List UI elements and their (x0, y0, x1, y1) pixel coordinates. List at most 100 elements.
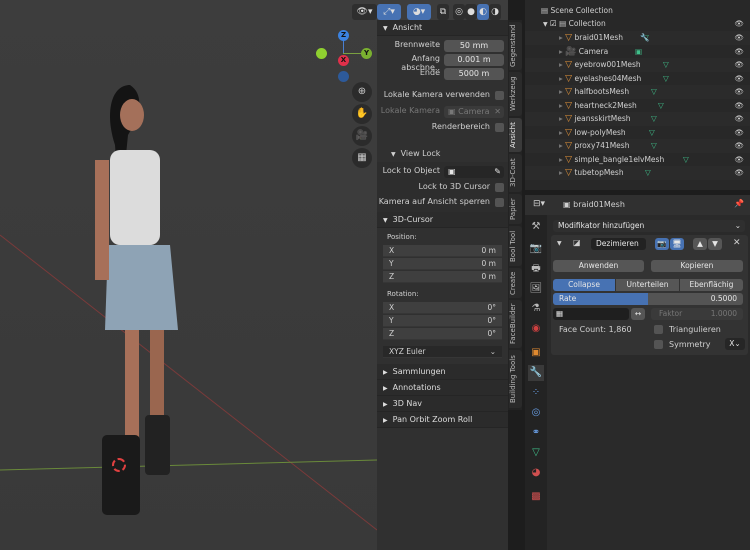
collection-row[interactable]: ▼ ☑ ▤ Collection 👁 (525, 17, 750, 31)
eye-icon[interactable]: 👁 (734, 139, 744, 153)
collapse-arrow[interactable]: ▼ (557, 240, 562, 247)
outliner-item[interactable]: ▸ 🎥 Camera ▣ 👁 (525, 45, 750, 59)
add-modifier-dropdown[interactable]: Modifikator hinzufügen ⌄ (553, 220, 745, 232)
triangulate-checkbox[interactable] (654, 325, 663, 334)
outliner-item[interactable]: ▸ ▽ braid01Mesh ▽ 🔧 👁 (525, 31, 750, 45)
tab-papier[interactable]: Papier (509, 194, 522, 224)
data-icon[interactable]: ▽ (528, 445, 544, 461)
editor-type-icon[interactable]: ⊟▾ (533, 199, 545, 209)
tab-werkzeug[interactable]: Werkzeug (509, 72, 522, 116)
gizmo-x-axis[interactable]: X (338, 55, 349, 66)
panel-3d-nav[interactable]: ▶ 3D Nav (377, 396, 508, 412)
mode-ebenflaechig[interactable]: Ebenflächig (680, 279, 743, 291)
object-icon[interactable]: ▣ (528, 345, 544, 361)
physics-icon[interactable]: ◎ (528, 405, 544, 421)
output-icon[interactable]: 🖶 (528, 261, 544, 277)
solid-icon[interactable]: ● (465, 4, 477, 20)
tab-create[interactable]: Create (509, 268, 522, 298)
rotation-mode-dropdown[interactable]: XYZ Euler ⌄ (383, 346, 502, 358)
lokale-kamera-verwenden-checkbox[interactable] (495, 91, 504, 100)
render-icon[interactable]: 📷 (528, 241, 544, 257)
lokale-kamera-field[interactable]: ▣ Camera ✕ (444, 106, 504, 118)
gizmo-neg-z[interactable] (338, 71, 349, 82)
panel-sammlungen[interactable]: ▶ Sammlungen (377, 364, 508, 380)
cursor-position-y[interactable]: Y 0 m (383, 258, 502, 270)
tab-3d-coat[interactable]: 3D-Coat (509, 154, 522, 192)
mode-collapse[interactable]: Collapse (553, 279, 615, 291)
eye-icon[interactable]: 👁 (734, 17, 744, 31)
eyedropper-icon[interactable]: ✎ (494, 166, 501, 178)
pin-icon[interactable]: 📌 (734, 199, 744, 208)
cursor-position-z[interactable]: Z 0 m (383, 271, 502, 283)
view-layer-icon[interactable]: 🖼 (528, 281, 544, 297)
tab-bool-tool[interactable]: Bool Tool (509, 226, 522, 266)
eye-icon[interactable]: 👁 (734, 58, 744, 72)
view-lock-header[interactable]: ▼ View Lock (377, 146, 508, 162)
mesh-data-icon[interactable]: ▽ (651, 139, 657, 153)
tool-icon[interactable]: ⚒ (528, 219, 544, 235)
eye-icon[interactable]: 👁 (734, 99, 744, 113)
gizmo-z-axis[interactable]: Z (338, 30, 349, 41)
3d-viewport[interactable]: 👁▾ Z Y X ⊕ ✋ 🎥 ▦ (0, 0, 377, 550)
view-object-types-button[interactable]: 👁▾ (352, 4, 377, 20)
camera-data-icon[interactable]: ▣ (635, 45, 642, 59)
modifier-icon[interactable]: 🔧 (528, 365, 544, 381)
particles-icon[interactable]: ⁘ (528, 385, 544, 401)
select-icon[interactable]: ⤢▾ (377, 4, 401, 20)
eye-icon[interactable]: 👁 (734, 45, 744, 59)
eye-icon[interactable]: 👁 (734, 31, 744, 45)
eye-icon[interactable]: 👁 (734, 126, 744, 140)
rate-slider[interactable]: Rate 0.5000 (553, 293, 743, 305)
mesh-data-icon[interactable]: ▽ (649, 126, 655, 140)
camera-icon[interactable]: 🎥 (352, 126, 372, 146)
outliner-item[interactable]: ▸ ▽ eyelashes04Mesh ▽ 👁 (525, 72, 750, 86)
anfang-field[interactable]: 0.001 m (444, 54, 504, 66)
outliner-item[interactable]: ▸ ▽ halfbootsMesh ▽ 👁 (525, 85, 750, 99)
mesh-data-icon[interactable]: ▽ (651, 85, 657, 99)
cursor-rotation-x[interactable]: X 0° (383, 302, 502, 314)
panel-3d-cursor-header[interactable]: ▼ 3D-Cursor (377, 212, 508, 228)
modifier-name-field[interactable]: Dezimieren (591, 238, 646, 250)
outliner-item[interactable]: ▸ ▽ eyebrow001Mesh ▽ 👁 (525, 58, 750, 72)
gizmo-y-axis[interactable]: Y (361, 48, 372, 59)
mesh-data-icon[interactable]: ▽ (663, 72, 669, 86)
eye-icon[interactable]: 👁 (734, 72, 744, 86)
eye-icon[interactable]: 👁 (734, 153, 744, 167)
remove-icon[interactable]: ✕ (733, 238, 741, 248)
mesh-data-icon[interactable]: ▽ (683, 153, 689, 167)
hand-icon[interactable]: ✋ (352, 104, 372, 124)
render-toggle-icon[interactable]: 📷 (655, 238, 669, 250)
kamera-sperren-checkbox[interactable] (495, 198, 504, 207)
material-icon[interactable]: ◐ (477, 4, 489, 20)
mesh-data-icon[interactable]: ▽ (658, 99, 664, 113)
outliner-item[interactable]: ▸ ▽ proxy741Mesh ▽ 👁 (525, 139, 750, 153)
scene-icon[interactable]: ⚗ (528, 301, 544, 317)
constraints-icon[interactable]: ⚭ (528, 425, 544, 441)
apply-button[interactable]: Anwenden (553, 260, 644, 272)
tab-facebuilder[interactable]: FaceBuilder (509, 300, 522, 348)
cursor-rotation-y[interactable]: Y 0° (383, 315, 502, 327)
gizmo-neg-y[interactable] (316, 48, 327, 59)
outliner-item[interactable]: ▸ ▽ simple_bangle1elvMesh ▽ 👁 (525, 153, 750, 167)
symmetry-checkbox[interactable] (654, 340, 663, 349)
mode-unterteilen[interactable]: Unterteilen (616, 279, 679, 291)
outliner-item[interactable]: ▸ ▽ heartneck2Mesh ▽ 👁 (525, 99, 750, 113)
grid-icon[interactable]: ▦ (352, 148, 372, 168)
tab-building-tools[interactable]: Building Tools (509, 350, 522, 408)
lock-object-field[interactable]: ▣ ✎ (444, 166, 504, 178)
tab-gegenstand[interactable]: Gegenstand (509, 22, 522, 70)
symmetry-axis-dropdown[interactable]: X⌄ (725, 338, 745, 350)
tab-ansicht[interactable]: Ansicht (509, 118, 522, 152)
faktor-field[interactable]: Faktor 1.0000 (651, 308, 743, 320)
wireframe-icon[interactable]: ◎ (453, 4, 465, 20)
mesh-data-icon[interactable]: ▽ (651, 112, 657, 126)
move-up-icon[interactable]: ▲ (693, 238, 707, 250)
material-icon[interactable]: ◕ (528, 465, 544, 481)
ende-field[interactable]: 5000 m (444, 68, 504, 80)
move-down-icon[interactable]: ▼ (708, 238, 722, 250)
brennweite-field[interactable]: 50 mm (444, 40, 504, 52)
mesh-data-icon[interactable]: ▽ (645, 166, 651, 180)
panel-ansicht-header[interactable]: ▼ Ansicht (377, 20, 508, 36)
renderbereich-checkbox[interactable] (495, 123, 504, 132)
eye-icon[interactable]: 👁 (734, 166, 744, 180)
